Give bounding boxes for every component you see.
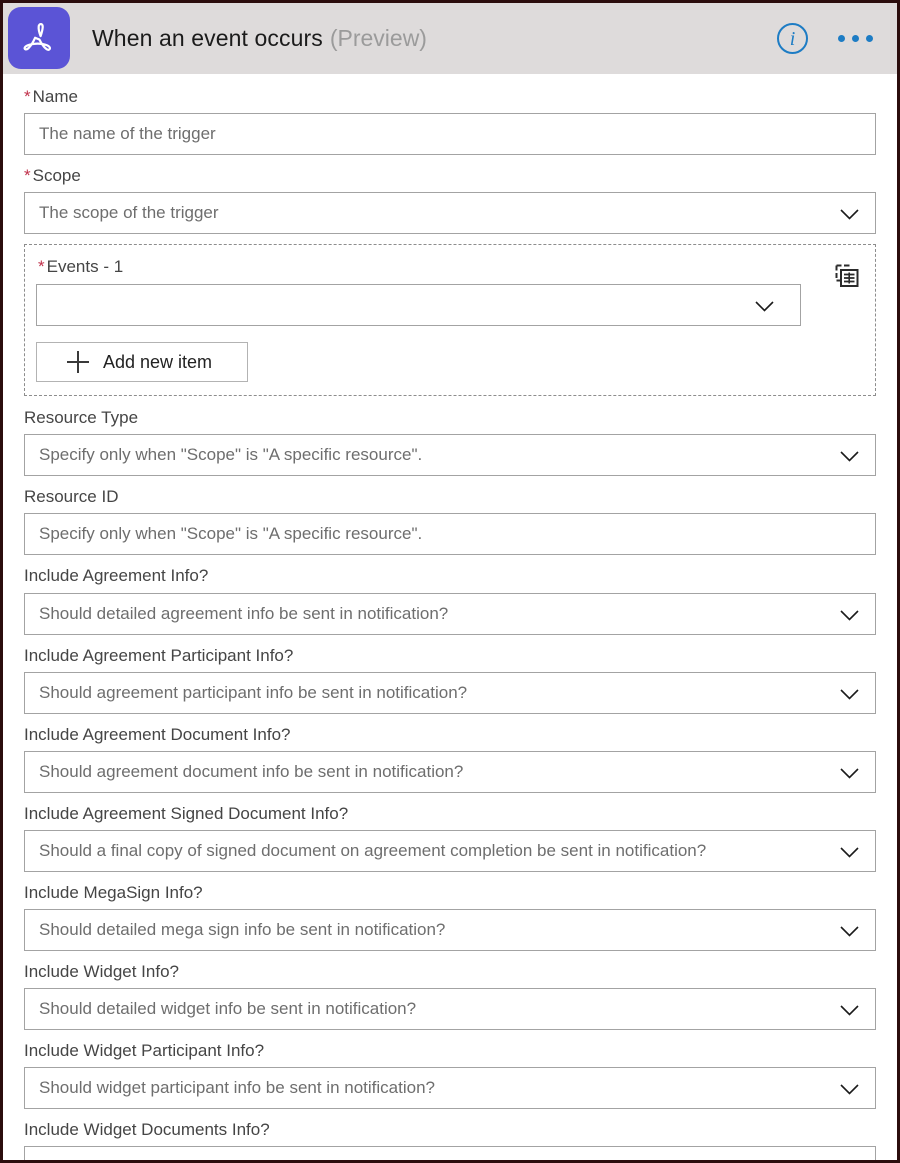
- add-new-item-label: Add new item: [103, 351, 213, 372]
- chevron-down-icon: [755, 301, 774, 312]
- include-agreement-participant-info-field: Include Agreement Participant Info? Shoul…: [24, 645, 876, 714]
- include-agreement-signed-document-info-select[interactable]: Should a final copy of signed document o…: [24, 829, 876, 872]
- name-field: * Name The name of the trigger: [24, 86, 876, 156]
- include-widget-participant-info-select[interactable]: Should widget participant info be sent i…: [24, 1067, 876, 1110]
- card-header: When an event occurs (Preview) i: [3, 3, 897, 74]
- include-megasign-info-field-placeholder: Should detailed mega sign info be sent i…: [39, 919, 446, 939]
- adobe-sign-icon: [8, 6, 70, 69]
- include-agreement-participant-info-field-label: Include Agreement Participant Info?: [24, 645, 294, 665]
- plus-icon: [67, 351, 89, 374]
- chevron-down-icon: [840, 609, 859, 621]
- include-agreement-info-field: Include Agreement Info? Should detailed a…: [24, 565, 876, 635]
- name-input[interactable]: The name of the trigger: [24, 113, 876, 156]
- include-agreement-document-info-field-label: Include Agreement Document Info?: [24, 724, 291, 744]
- scope-field: * Scope The scope of the trigger: [24, 165, 876, 235]
- include-widget-documents-info-field-placeholder: Should widget document info be sent in n…: [25, 1157, 431, 1160]
- events-field-label: * Events - 1: [38, 257, 124, 277]
- include-widget-info-field: Include Widget Info? Should detailed widg…: [24, 961, 876, 1031]
- include-agreement-participant-info-select[interactable]: Should agreement participant info be sen…: [24, 671, 876, 714]
- include-widget-info-select[interactable]: Should detailed widget info be sent in n…: [24, 988, 876, 1031]
- switch-to-array-input-icon[interactable]: [833, 262, 861, 290]
- events-array-group: * Events - 1 Add new item: [24, 244, 876, 397]
- card-body: * Name The name of the trigger * Scope The…: [3, 74, 897, 1160]
- add-new-item-button[interactable]: Add new item: [36, 342, 248, 383]
- scope-select[interactable]: The scope of the trigger: [24, 192, 876, 235]
- include-agreement-info-select[interactable]: Should detailed agreement info be sent i…: [24, 592, 876, 635]
- include-agreement-document-info-select[interactable]: Should agreement document info be sent i…: [24, 750, 876, 793]
- include-widget-documents-info-select[interactable]: Should widget document info be sent in n…: [24, 1146, 876, 1160]
- resource-id-field-placeholder: Specify only when "Scope" is "A specific…: [39, 524, 423, 544]
- chevron-down-icon: [840, 768, 859, 779]
- resource-type-field-placeholder: Specify only when "Scope" is "A specific…: [39, 445, 423, 465]
- include-widget-participant-info-field-label: Include Widget Participant Info?: [24, 1041, 265, 1061]
- resource-type-select[interactable]: Specify only when "Scope" is "A specific…: [24, 434, 876, 477]
- preview-badge: (Preview): [329, 25, 427, 51]
- include-megasign-info-field: Include MegaSign Info? Should detailed me…: [24, 882, 876, 951]
- resource-id-field: Resource ID Specify only when "Scope" is …: [24, 486, 876, 556]
- include-agreement-signed-document-info-field-label: Include Agreement Signed Document Info?: [24, 803, 349, 823]
- include-widget-documents-info-field: Include Widget Documents Info? Should wid…: [24, 1119, 876, 1160]
- resource-type-field: Resource Type Specify only when "Scope" i…: [24, 407, 876, 477]
- name-input-placeholder: The name of the trigger: [39, 124, 216, 144]
- include-agreement-info-field-placeholder: Should detailed agreement info be sent i…: [39, 603, 449, 623]
- page-title: When an event occurs: [92, 25, 323, 51]
- advanced-fields-list: Resource Type Specify only when "Scope" i…: [24, 407, 876, 1160]
- resource-type-field-label: Resource Type: [24, 408, 139, 428]
- required-asterisk: *: [24, 87, 31, 106]
- resource-id-field-label: Resource ID: [24, 487, 119, 507]
- include-agreement-info-field-label: Include Agreement Info?: [24, 566, 209, 586]
- include-widget-info-field-placeholder: Should detailed widget info be sent in n…: [39, 999, 417, 1019]
- info-icon[interactable]: i: [777, 23, 808, 54]
- required-asterisk: *: [24, 166, 31, 186]
- dot: [837, 35, 845, 42]
- name-field-label: * Name: [24, 87, 78, 106]
- scope-select-placeholder: The scope of the trigger: [39, 203, 219, 223]
- required-asterisk: *: [38, 257, 45, 277]
- dot: [851, 35, 859, 42]
- trigger-card: When an event occurs (Preview) i * Name T…: [0, 0, 900, 1163]
- include-agreement-participant-info-field-placeholder: Should agreement participant info be sen…: [39, 682, 468, 702]
- chevron-down-icon: [840, 1005, 859, 1016]
- chevron-down-icon: [840, 847, 859, 858]
- resource-id-input[interactable]: Specify only when "Scope" is "A specific…: [24, 513, 876, 556]
- chevron-down-icon: [840, 689, 859, 700]
- dot: [865, 35, 873, 42]
- include-widget-participant-info-field: Include Widget Participant Info? Should w…: [24, 1040, 876, 1110]
- include-megasign-info-field-label: Include MegaSign Info?: [24, 882, 203, 902]
- more-options-icon[interactable]: [830, 22, 880, 56]
- chevron-down-icon: [840, 451, 859, 463]
- chevron-down-icon: [840, 1084, 859, 1095]
- chevron-down-icon: [840, 209, 859, 220]
- include-widget-info-field-label: Include Widget Info?: [24, 961, 179, 981]
- include-agreement-signed-document-info-field-placeholder: Should a final copy of signed document o…: [39, 840, 707, 860]
- include-megasign-info-select[interactable]: Should detailed mega sign info be sent i…: [24, 908, 876, 951]
- include-agreement-document-info-field: Include Agreement Document Info? Should a…: [24, 724, 876, 793]
- events-select[interactable]: [36, 284, 801, 327]
- include-widget-participant-info-field-placeholder: Should widget participant info be sent i…: [39, 1078, 435, 1098]
- include-agreement-document-info-field-placeholder: Should agreement document info be sent i…: [39, 761, 464, 781]
- scope-field-label: * Scope: [24, 166, 81, 186]
- include-agreement-signed-document-info-field: Include Agreement Signed Document Info? S…: [24, 803, 876, 872]
- chevron-down-icon: [840, 926, 859, 937]
- include-widget-documents-info-field-label: Include Widget Documents Info?: [24, 1120, 270, 1140]
